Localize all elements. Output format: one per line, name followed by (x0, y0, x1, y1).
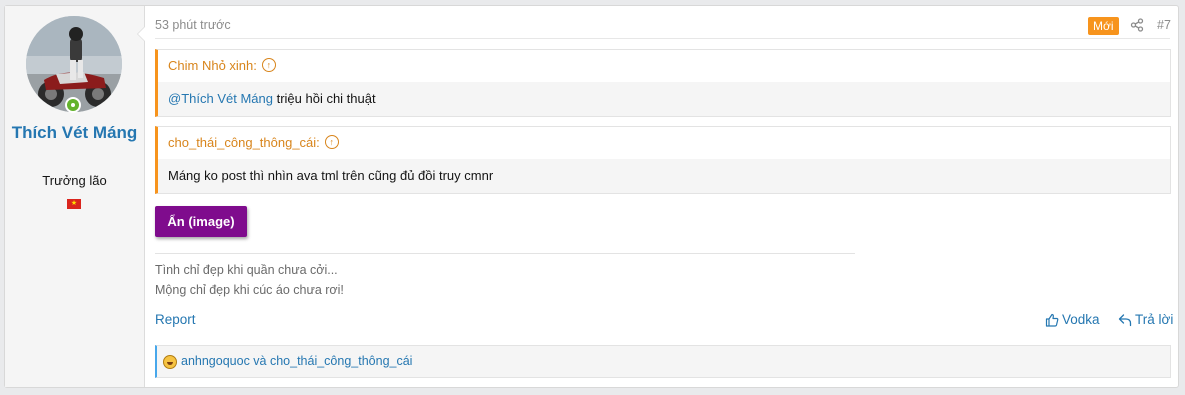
reply-label: Trả lời (1135, 312, 1174, 327)
spoiler-button[interactable]: Ẩn (image) (155, 206, 247, 237)
quote-header[interactable]: Chim Nhỏ xinh: ↑ (158, 50, 1170, 82)
like-button[interactable]: Vodka (1045, 312, 1100, 327)
quote-author[interactable]: Chim Nhỏ xinh: (168, 58, 257, 73)
signature-line: Tình chỉ đẹp khi quần chưa cởi... (155, 263, 338, 277)
post-number[interactable]: #7 (1157, 18, 1171, 32)
reactions-bar[interactable]: anhngoquoc và cho_thái_công_thông_cái (155, 345, 1171, 378)
username[interactable]: Thích Vét Máng (5, 120, 144, 146)
vietnam-flag-icon: ★ (67, 199, 81, 209)
signature: Tình chỉ đẹp khi quần chưa cởi... Mộng c… (155, 260, 344, 300)
post-container: Thích Vét Máng Trưởng lão ★ 53 phút trướ… (4, 5, 1179, 388)
quote-text: triệu hồi chi thuật (272, 91, 376, 106)
reply-button[interactable]: Trả lời (1118, 312, 1173, 327)
post-time[interactable]: 53 phút trước (155, 18, 231, 32)
post-main: 53 phút trước Mới #7 Chim Nhỏ xinh: ↑ @Th… (137, 6, 1178, 387)
post-arrow (137, 26, 145, 42)
quote-author[interactable]: cho_thái_công_thông_cái: (168, 135, 320, 150)
new-badge: Mới (1088, 17, 1119, 35)
share-icon[interactable] (1130, 18, 1144, 35)
quote-header[interactable]: cho_thái_công_thông_cái: ↑ (158, 127, 1170, 159)
thumbs-up-icon (1045, 313, 1059, 327)
quote-content: Máng ko post thì nhìn ava tml trên cũng … (158, 159, 1170, 193)
header-divider (155, 38, 1170, 39)
quote-block: Chim Nhỏ xinh: ↑ @Thích Vét Máng triệu hồ… (155, 49, 1171, 117)
arrow-up-icon[interactable]: ↑ (261, 57, 276, 72)
reply-icon (1118, 313, 1132, 326)
quote-content: @Thích Vét Máng triệu hồi chi thuật (158, 82, 1170, 116)
mention-link[interactable]: @Thích Vét Máng (168, 91, 273, 106)
quote-text: Máng ko post thì nhìn ava tml trên cũng … (168, 168, 494, 183)
quote-block: cho_thái_công_thông_cái: ↑ Máng ko post t… (155, 126, 1171, 194)
signature-divider (155, 253, 855, 254)
signature-line: Mộng chỉ đẹp khi cúc áo chưa rơi! (155, 283, 344, 297)
user-title: Trưởng lão (42, 173, 107, 188)
like-label: Vodka (1062, 312, 1100, 327)
arrow-up-icon[interactable]: ↑ (324, 134, 339, 149)
online-status-icon (65, 97, 81, 113)
laughing-emoji-icon (163, 354, 177, 369)
user-info-panel: Thích Vét Máng Trưởng lão ★ (5, 6, 145, 387)
reactions-users[interactable]: anhngoquoc và cho_thái_công_thông_cái (181, 346, 412, 377)
report-link[interactable]: Report (155, 312, 196, 327)
